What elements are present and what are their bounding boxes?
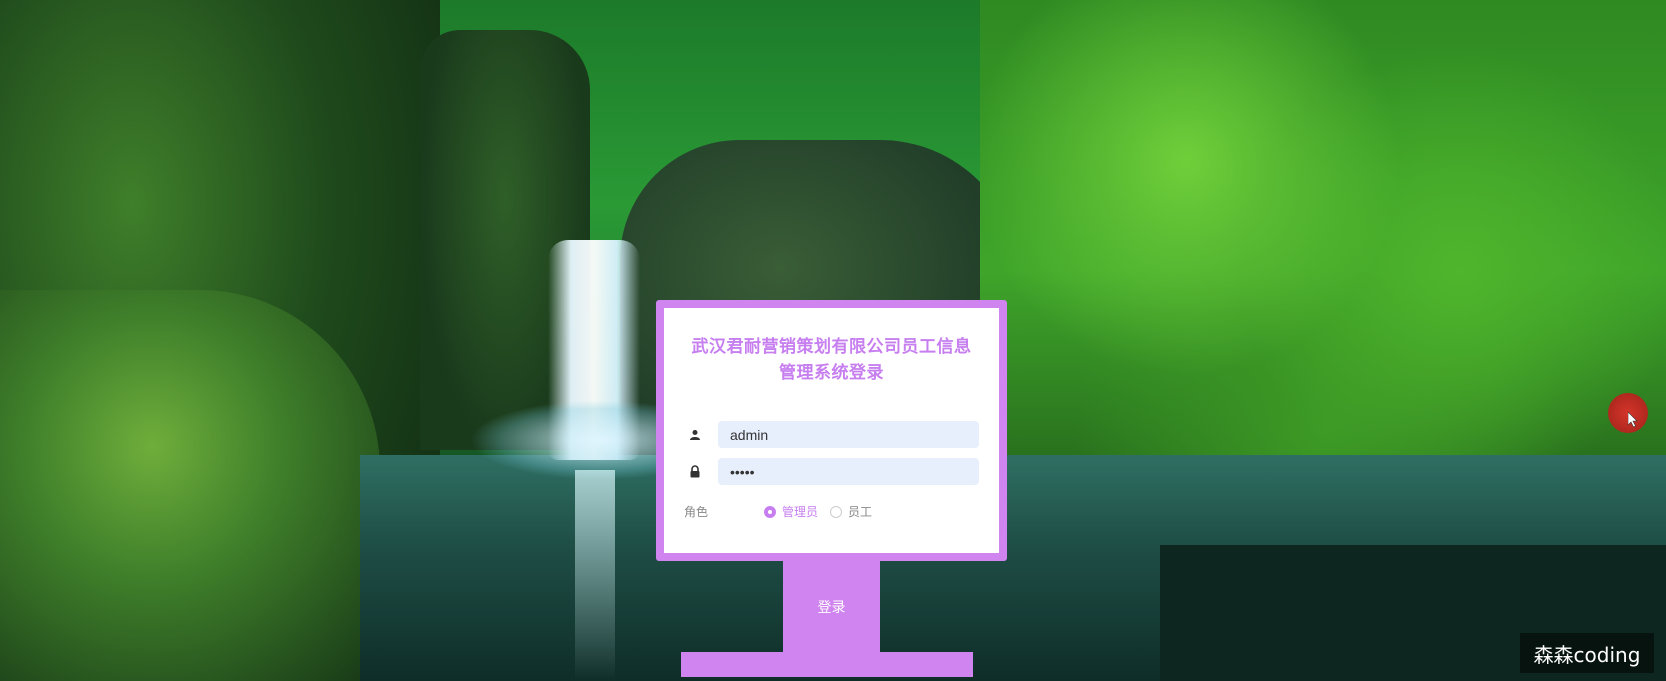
radio-unchecked-icon — [830, 505, 843, 518]
user-icon — [684, 429, 706, 441]
radio-checked-icon — [764, 505, 776, 518]
role-selector: 角色 管理员 员工 — [684, 503, 979, 520]
password-input[interactable] — [718, 458, 979, 485]
mouse-pointer-icon — [1628, 412, 1638, 428]
password-row — [684, 458, 979, 485]
lock-icon — [684, 465, 706, 478]
username-row — [684, 421, 979, 448]
username-input[interactable] — [718, 421, 979, 448]
role-label: 角色 — [684, 505, 709, 519]
login-stand-base — [681, 652, 973, 677]
login-panel: 武汉君耐营销策划有限公司员工信息管理系统登录 角色 管理员 员工 — [656, 300, 1007, 561]
login-form: 武汉君耐营销策划有限公司员工信息管理系统登录 角色 管理员 员工 — [664, 308, 999, 553]
role-radio-employee[interactable]: 员工 — [830, 503, 872, 520]
login-title: 武汉君耐营销策划有限公司员工信息管理系统登录 — [691, 337, 972, 383]
role-radio-admin[interactable]: 管理员 — [764, 503, 818, 520]
watermark: 森森coding — [1520, 633, 1654, 673]
login-button[interactable]: 登录 — [783, 561, 880, 652]
